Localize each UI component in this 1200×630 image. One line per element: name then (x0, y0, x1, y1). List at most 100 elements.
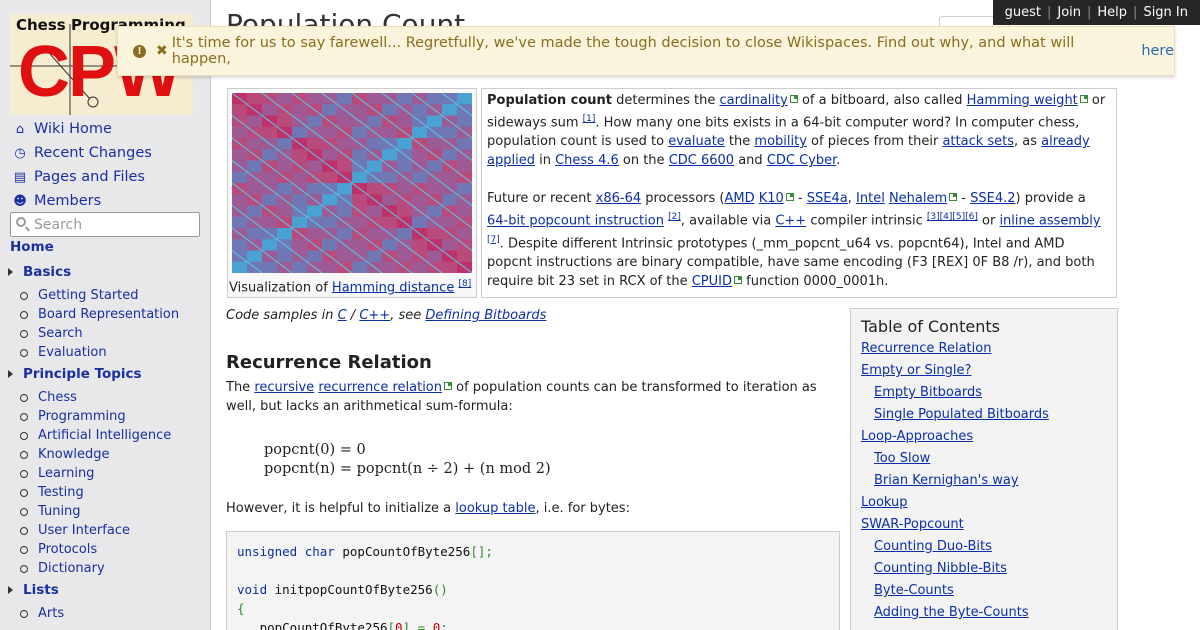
link-cdc-6600[interactable]: CDC 6600 (669, 153, 734, 168)
sidebar-item-user-interface[interactable]: User Interface (8, 521, 179, 540)
sidebar-item-board-representation[interactable]: Board Representation (8, 305, 179, 324)
sidebar-item-protocols[interactable]: Protocols (8, 540, 179, 559)
toc-link-recurrence-relation[interactable]: Recurrence Relation (861, 341, 991, 356)
alert-link[interactable]: here (1141, 43, 1174, 59)
nav-section-basics[interactable]: Basics (8, 262, 179, 282)
link-nehalem[interactable]: Nehalem (889, 191, 947, 206)
topbar-sign-in-link[interactable]: Sign In (1137, 5, 1194, 20)
sidebar-item-knowledge[interactable]: Knowledge (8, 445, 179, 464)
toc-link-empty-bitboards[interactable]: Empty Bitboards (874, 385, 982, 400)
link-intel[interactable]: Intel (856, 191, 885, 206)
toc-link-adding-the-byte-counts[interactable]: Adding the Byte-Counts (874, 605, 1029, 620)
sidebar-item-search[interactable]: Search (8, 324, 179, 343)
link-amd[interactable]: AMD (724, 191, 754, 206)
search-input[interactable] (10, 212, 200, 237)
nav-item-wiki-home[interactable]: ⌂ Wiki Home (12, 117, 152, 141)
sidebar-item-testing[interactable]: Testing (8, 483, 179, 502)
link-inline-assembly[interactable]: inline assembly (999, 214, 1100, 229)
external-link-icon[interactable] (785, 193, 794, 202)
toc-item: Counting Nibble-Bits (861, 558, 1107, 580)
link-c[interactable]: C++ (359, 308, 390, 323)
footnote-ref[interactable]: [7] (487, 235, 500, 245)
nav-section-items: Arts (8, 604, 179, 623)
text-run: , as (1014, 134, 1042, 150)
link-sse4a[interactable]: SSE4a (807, 191, 848, 206)
toc-link-brian-kernighan-s-way[interactable]: Brian Kernighan's way (874, 473, 1019, 488)
topbar-join-link[interactable]: Join (1051, 5, 1087, 20)
footnote-ref[interactable]: [1] (583, 114, 596, 124)
link-sse4-2[interactable]: SSE4.2 (970, 191, 1015, 206)
text-run: , see (390, 308, 426, 323)
toc-link-loop-approaches[interactable]: Loop-Approaches (861, 429, 973, 444)
link-defining-bitboards[interactable]: Defining Bitboards (425, 308, 546, 323)
code-brace: { (237, 601, 245, 616)
caption-text: Visualization of (229, 280, 328, 296)
caption-link[interactable]: Hamming distance (332, 280, 454, 295)
nav-item-members[interactable]: ☻ Members (12, 189, 152, 213)
sidebar-item-getting-started[interactable]: Getting Started (8, 286, 179, 305)
sidebar-item-chess[interactable]: Chess (8, 388, 179, 407)
sidebar-item-arts[interactable]: Arts (8, 604, 179, 623)
topbar-help-link[interactable]: Help (1091, 5, 1133, 20)
nav-section-principle-topics[interactable]: Principle Topics (8, 364, 179, 384)
toc-link-single-populated-bitboards[interactable]: Single Populated Bitboards (874, 407, 1049, 422)
nav-section-lists[interactable]: Lists (8, 580, 179, 600)
search-icon (16, 217, 26, 227)
link-cdc-cyber[interactable]: CDC Cyber (767, 153, 836, 168)
toc-item: Byte-Counts (861, 580, 1107, 602)
nav-item-label: Wiki Home (34, 121, 112, 137)
sidebar-item-dictionary[interactable]: Dictionary (8, 559, 179, 578)
nav-item-pages-and-files[interactable]: ▤ Pages and Files (12, 165, 152, 189)
farewell-alert: ! ✖ It's time for us to say farewell... … (117, 26, 1175, 76)
link-attack-sets[interactable]: attack sets (942, 134, 1014, 149)
link-lookup-table[interactable]: lookup table (455, 501, 535, 516)
external-link-icon[interactable] (734, 275, 743, 284)
footnote-ref[interactable]: [3][4][5][6] (927, 212, 978, 222)
toc-link-counting-duo-bits[interactable]: Counting Duo-Bits (874, 539, 992, 554)
sidebar-home-link[interactable]: Home (10, 239, 54, 255)
link-chess-4-6[interactable]: Chess 4.6 (555, 153, 619, 168)
toc-link-byte-counts[interactable]: Byte-Counts (874, 583, 954, 598)
nav-section-items: Chess Programming Artificial Intelligence K… (8, 388, 179, 578)
link-c[interactable]: C++ (775, 214, 806, 229)
code-punct: ; (440, 620, 448, 630)
footnote-ref[interactable]: [2] (668, 212, 681, 222)
external-link-icon[interactable] (1079, 95, 1088, 103)
link-cardinality[interactable]: cardinality (719, 93, 787, 108)
link-recurrence-relation[interactable]: recurrence relation (318, 380, 442, 395)
toc-link-empty-or-single[interactable]: Empty or Single? (861, 363, 971, 378)
hamming-distance-image[interactable] (232, 93, 472, 273)
sidebar-item-evaluation[interactable]: Evaluation (8, 343, 179, 362)
close-icon[interactable]: ✖ (156, 43, 168, 59)
link-c[interactable]: C (338, 308, 347, 323)
toc-item: Brian Kernighan's way (861, 470, 1107, 492)
formula-line-2: popcnt(n) = popcnt(n ÷ 2) + (n mod 2) (264, 461, 551, 477)
link-recursive[interactable]: recursive (254, 380, 314, 395)
sidebar-item-programming[interactable]: Programming (8, 407, 179, 426)
link-hamming-weight[interactable]: Hamming weight (967, 93, 1078, 108)
link-mobility[interactable]: mobility (754, 134, 807, 149)
recurrence-paragraph: The recursive recurrence relation of pop… (226, 378, 836, 416)
link-x86-64[interactable]: x86-64 (596, 191, 641, 206)
external-link-icon[interactable] (789, 95, 798, 103)
toc-link-lookup[interactable]: Lookup (861, 495, 908, 510)
toc-link-too-slow[interactable]: Too Slow (874, 451, 930, 466)
toc-link-counting-nibble-bits[interactable]: Counting Nibble-Bits (874, 561, 1007, 576)
toc-link-swar-popcount[interactable]: SWAR-Popcount (861, 517, 964, 532)
link-evaluate[interactable]: evaluate (668, 134, 725, 149)
sidebar-item-learning[interactable]: Learning (8, 464, 179, 483)
home-icon: ⌂ (15, 121, 25, 137)
link-cpuid[interactable]: CPUID (692, 274, 732, 289)
topbar-guest-link[interactable]: guest (999, 5, 1047, 20)
formula-line-1: popcnt(0) = 0 (264, 442, 366, 458)
caption-ref[interactable]: [8] (458, 279, 471, 289)
nav-item-recent-changes[interactable]: ◷ Recent Changes (12, 141, 151, 165)
external-link-icon[interactable] (444, 382, 452, 390)
sidebar-item-artificial-intelligence[interactable]: Artificial Intelligence (8, 426, 179, 445)
external-link-icon[interactable] (949, 193, 958, 202)
sidebar-item-tuning[interactable]: Tuning (8, 502, 179, 521)
link-64-bit-popcount-instruction[interactable]: 64-bit popcount instruction (487, 214, 664, 229)
link-k10[interactable]: K10 (759, 191, 784, 206)
code-number: 0 (395, 620, 403, 630)
code-samples-note: Code samples in C / C++, see Defining Bi… (226, 308, 546, 323)
